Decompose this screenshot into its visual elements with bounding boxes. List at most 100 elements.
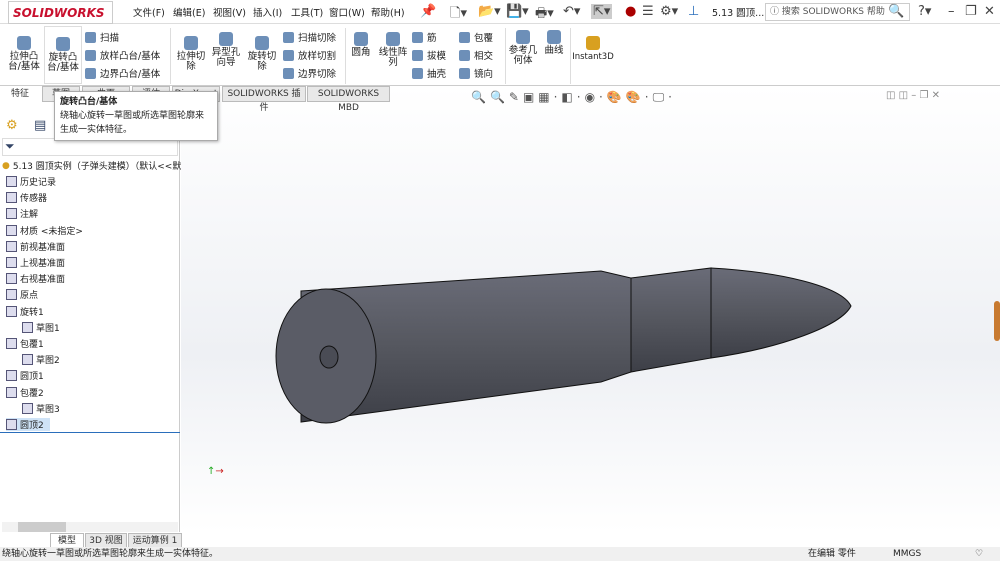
tree-item-label: 旋转1 xyxy=(20,307,44,318)
menu-edit[interactable]: 编辑(E) xyxy=(173,5,205,19)
extrude-cut-button[interactable]: 拉伸切除 xyxy=(174,36,208,72)
tree-item[interactable]: 原点 xyxy=(6,288,38,301)
label: 拉伸凸台/基体 xyxy=(8,51,40,72)
tree-item-label: 传感器 xyxy=(20,194,48,205)
mirror-button[interactable]: 镜向 xyxy=(459,64,493,82)
tree-item[interactable]: 草图3 xyxy=(22,402,60,415)
revolve-boss-button[interactable]: 旋转凸台/基体 xyxy=(44,26,82,84)
part-icon: ● xyxy=(2,160,10,171)
label: 扫描切除 xyxy=(298,33,337,44)
rebuild-icon[interactable]: ● xyxy=(625,4,636,19)
pin-icon[interactable]: 📌 xyxy=(420,4,436,19)
revolve-cut-icon xyxy=(255,36,269,50)
file-properties-icon[interactable]: ☰ xyxy=(642,4,654,19)
scrollbar-thumb[interactable] xyxy=(18,522,66,532)
draft-button[interactable]: 拔模 xyxy=(412,46,446,64)
tree-item-icon xyxy=(6,257,17,268)
bullet-tip xyxy=(710,267,852,359)
menu-insert[interactable]: 插入(I) xyxy=(253,5,282,19)
new-icon[interactable]: 🗋▾ xyxy=(450,4,467,26)
swept-cut-icon xyxy=(283,31,294,43)
hole-wizard-button[interactable]: 异型孔向导 xyxy=(208,32,244,68)
label: 包覆 xyxy=(474,33,494,44)
search-icon[interactable]: 🔍 xyxy=(888,4,904,19)
undo-icon[interactable]: ↶▾ xyxy=(563,4,580,19)
reference-geometry-icon xyxy=(516,30,530,44)
help-icon[interactable]: ?▾ xyxy=(918,4,931,19)
linear-pattern-button[interactable]: 线性阵列 xyxy=(376,32,410,68)
restore-icon[interactable]: ❐ xyxy=(965,4,977,19)
tree-item[interactable]: 注解 xyxy=(6,207,38,220)
options-icon[interactable]: ⚙▾ xyxy=(660,4,678,19)
open-icon[interactable]: 📂▾ xyxy=(478,4,501,19)
revolve-cut-button[interactable]: 旋转切除 xyxy=(245,36,279,72)
tree-item[interactable]: 右视基准面 xyxy=(6,272,65,285)
tree-item-icon xyxy=(22,402,33,414)
extrude-cut-icon xyxy=(184,36,198,50)
tab-solidworks-addins[interactable]: SOLIDWORKS 插件 xyxy=(222,86,306,113)
units-selector[interactable]: MMGS xyxy=(893,547,921,561)
tree-item[interactable]: 包覆2 xyxy=(6,386,44,399)
bullet-neck xyxy=(630,267,712,373)
tab-features[interactable]: 特征 xyxy=(0,86,40,102)
rebuild-status-icon[interactable]: ♡ xyxy=(975,547,983,561)
wrap-button[interactable]: 包覆 xyxy=(459,28,493,46)
bullet-model[interactable] xyxy=(181,86,1000,532)
property-manager-tab-icon[interactable]: ▤ xyxy=(34,118,46,133)
boundary-icon xyxy=(85,67,96,79)
solidworks-logo[interactable]: SOLIDWORKS xyxy=(8,1,113,24)
intersect-button[interactable]: 相交 xyxy=(459,46,493,64)
boundary-cut-button[interactable]: 边界切除 xyxy=(283,64,336,82)
tree-item[interactable]: 包覆1 xyxy=(6,337,44,350)
menu-file[interactable]: 文件(F) xyxy=(133,5,165,19)
close-icon[interactable]: ✕ xyxy=(984,4,995,19)
rollback-bar[interactable] xyxy=(0,432,180,433)
tree-item-icon xyxy=(6,338,17,349)
tree-item[interactable]: 草图1 xyxy=(22,321,60,334)
tree-item[interactable]: 传感器 xyxy=(6,191,47,204)
menu-window[interactable]: 窗口(W) xyxy=(329,5,365,19)
task-pane-handle[interactable] xyxy=(994,301,1000,341)
fillet-button[interactable]: 圆角 xyxy=(348,32,374,58)
graphics-area[interactable]: 🔍🔍✎▣▦·◧·◉·🎨🎨·🖵· ◫ ◫ – ❐ ✕ ↑→ xyxy=(181,86,1000,532)
tree-root[interactable]: ● 5.13 圆顶实例（子弹头建模）（默认<<默认 xyxy=(2,159,190,173)
fillet-icon xyxy=(354,32,368,46)
feature-manager-tab-icon[interactable]: ⚙ xyxy=(6,118,18,133)
tree-item[interactable]: 历史记录 xyxy=(6,175,56,188)
loft-boss-button[interactable]: 放样凸台/基体 xyxy=(85,46,160,64)
print-icon[interactable]: 🖶▾ xyxy=(535,4,554,26)
tree-item-icon xyxy=(6,289,17,301)
boundary-boss-button[interactable]: 边界凸台/基体 xyxy=(85,64,160,82)
menu-help[interactable]: 帮助(H) xyxy=(371,5,405,19)
tree-item[interactable]: 圆顶2 xyxy=(6,418,50,431)
instant3d-button[interactable]: Instant3D xyxy=(572,36,614,62)
lofted-cut-button[interactable]: 放样切割 xyxy=(283,46,336,64)
extrude-boss-icon xyxy=(17,36,31,50)
minimize-icon[interactable]: – xyxy=(948,4,955,19)
extrude-boss-button[interactable]: 拉伸凸台/基体 xyxy=(6,36,42,72)
horizontal-scrollbar[interactable] xyxy=(2,522,178,532)
tooltip-title: 旋转凸台/基体 xyxy=(60,97,118,107)
tree-item[interactable]: 旋转1 xyxy=(6,305,44,318)
reference-geometry-button[interactable]: 参考几何体 xyxy=(508,30,538,66)
tree-item[interactable]: 材质 <未指定> xyxy=(6,224,83,237)
rib-button[interactable]: 筋 xyxy=(412,28,446,46)
tree-item[interactable]: 圆顶1 xyxy=(6,369,44,382)
tree-item[interactable]: 前视基准面 xyxy=(6,240,65,253)
swept-cut-button[interactable]: 扫描切除 xyxy=(283,28,336,46)
tree-item[interactable]: 上视基准面 xyxy=(6,256,65,269)
tree-item-icon xyxy=(22,321,33,333)
label: 筋 xyxy=(427,33,437,44)
select-icon[interactable]: ⇱▾ xyxy=(591,4,613,19)
tab-solidworks-mbd[interactable]: SOLIDWORKS MBD xyxy=(307,86,390,113)
menu-tools[interactable]: 工具(T) xyxy=(291,5,323,19)
shell-button[interactable]: 抽壳 xyxy=(412,64,446,82)
curves-icon xyxy=(547,30,561,44)
curves-button[interactable]: 曲线 xyxy=(540,30,568,56)
origin-icon[interactable]: ⊥ xyxy=(688,4,699,19)
intersect-icon xyxy=(459,49,470,61)
sweep-button[interactable]: 扫描 xyxy=(85,28,160,46)
tree-item[interactable]: 草图2 xyxy=(22,353,60,366)
save-icon[interactable]: 💾▾ xyxy=(506,4,529,19)
menu-view[interactable]: 视图(V) xyxy=(213,5,246,19)
